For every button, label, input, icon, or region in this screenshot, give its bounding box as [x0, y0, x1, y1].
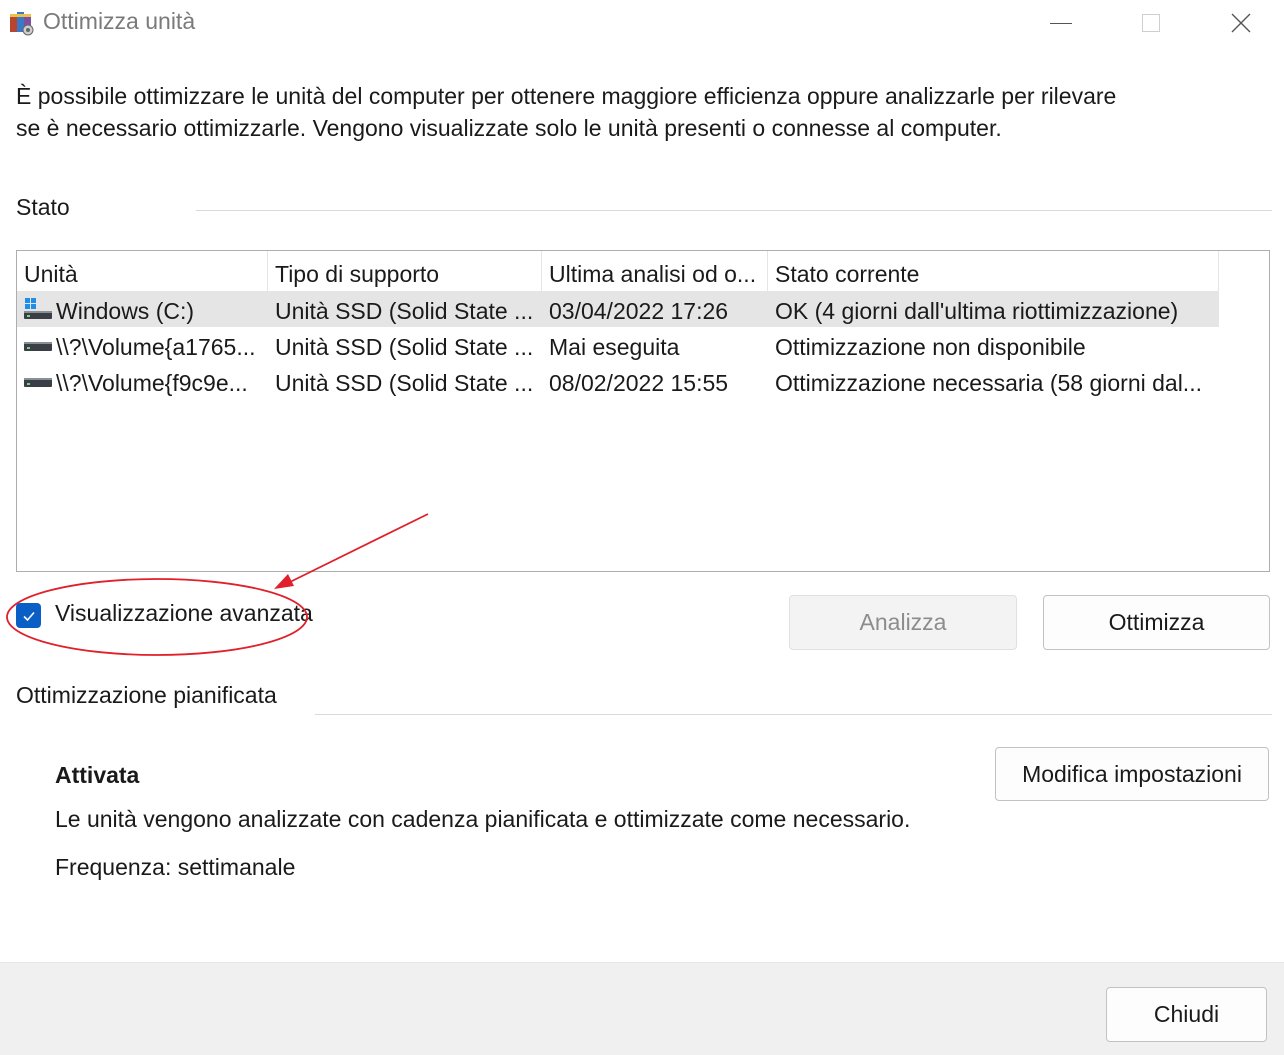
- annotation-arrow-head: [274, 574, 294, 589]
- footer-bar: [0, 962, 1284, 1055]
- windows-drive-icon: [24, 298, 52, 319]
- maximize-button[interactable]: [1106, 0, 1196, 46]
- status-section-divider: [196, 210, 1272, 211]
- drive-media-type: Unità SSD (Solid State ...: [275, 298, 534, 324]
- close-window-button[interactable]: [1196, 0, 1284, 46]
- analyze-button[interactable]: Analizza: [789, 595, 1017, 650]
- column-header-media-type[interactable]: Tipo di supporto: [268, 251, 542, 291]
- advanced-view-label[interactable]: Visualizzazione avanzata: [55, 600, 313, 627]
- column-header-current-status[interactable]: Stato corrente: [768, 251, 1219, 291]
- drive-media-type: Unità SSD (Solid State ...: [275, 370, 534, 396]
- defrag-app-icon: [10, 12, 34, 36]
- table-row[interactable]: \\?\Volume{f9c9e... Unità SSD (Solid Sta…: [17, 363, 1219, 399]
- optimize-button[interactable]: Ottimizza: [1043, 595, 1270, 650]
- description: È possibile ottimizzare le unità del com…: [16, 80, 1246, 144]
- minimize-button[interactable]: [1016, 0, 1106, 46]
- drive-last-run: Mai eseguita: [549, 334, 680, 360]
- drive-status: OK (4 giorni dall'ultima riottimizzazion…: [775, 298, 1179, 324]
- drive-name: \\?\Volume{a1765...: [56, 334, 256, 360]
- drive-last-run: 08/02/2022 15:55: [549, 370, 729, 396]
- advanced-view-checkbox[interactable]: [16, 603, 41, 628]
- drives-list-header: Unità Tipo di supporto Ultima analisi od…: [17, 251, 1269, 291]
- drive-name: Windows (C:): [56, 298, 195, 324]
- table-row[interactable]: Windows (C:) Unità SSD (Solid State ... …: [17, 291, 1219, 327]
- scheduled-section-divider: [315, 714, 1272, 715]
- column-header-drive[interactable]: Unità: [17, 251, 268, 291]
- title-bar: Ottimizza unità: [0, 0, 1284, 46]
- schedule-state: Attivata: [55, 762, 140, 788]
- status-section-label: Stato: [16, 194, 70, 220]
- checkmark-icon: [22, 611, 35, 621]
- scheduled-section-label: Ottimizzazione pianificata: [16, 682, 277, 708]
- window-title: Ottimizza unità: [43, 8, 196, 34]
- change-settings-button[interactable]: Modifica impostazioni: [995, 747, 1269, 801]
- close-button[interactable]: Chiudi: [1106, 987, 1267, 1042]
- schedule-frequency: Frequenza: settimanale: [55, 854, 296, 880]
- minimize-icon: [1050, 22, 1072, 24]
- column-header-last-run[interactable]: Ultima analisi od o...: [542, 251, 768, 291]
- drives-list[interactable]: Unità Tipo di supporto Ultima analisi od…: [16, 250, 1270, 572]
- drive-status: Ottimizzazione necessaria (58 giorni dal…: [775, 370, 1202, 396]
- drive-last-run: 03/04/2022 17:26: [549, 298, 729, 324]
- maximize-icon: [1142, 14, 1160, 32]
- drive-icon: [24, 378, 52, 387]
- description-line-1: È possibile ottimizzare le unità del com…: [16, 83, 1117, 109]
- drive-icon: [24, 342, 52, 351]
- table-row[interactable]: \\?\Volume{a1765... Unità SSD (Solid Sta…: [17, 327, 1219, 363]
- drive-name: \\?\Volume{f9c9e...: [56, 370, 248, 396]
- description-line-2: se è necessario ottimizzarle. Vengono vi…: [16, 115, 1002, 141]
- schedule-description: Le unità vengono analizzate con cadenza …: [55, 806, 911, 832]
- drive-status: Ottimizzazione non disponibile: [775, 334, 1086, 360]
- close-icon: [1231, 13, 1251, 33]
- drive-media-type: Unità SSD (Solid State ...: [275, 334, 534, 360]
